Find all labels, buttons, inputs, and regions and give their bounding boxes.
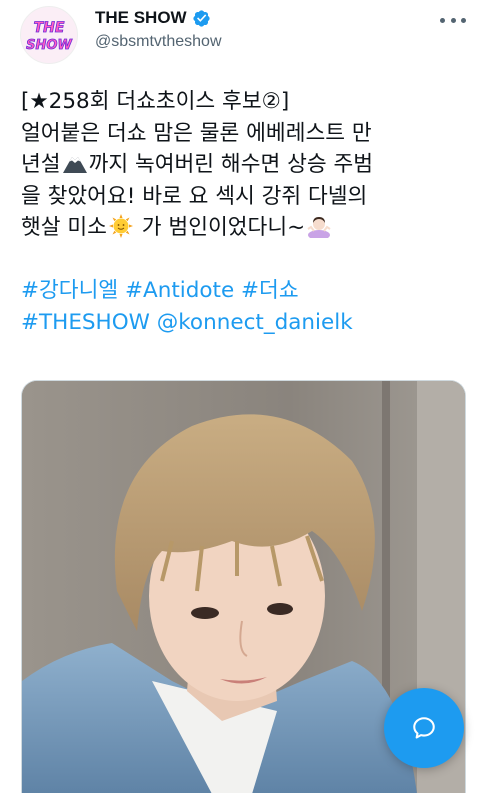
hashtag-link[interactable]: #강다니엘 bbox=[21, 278, 118, 303]
compose-reply-button[interactable] bbox=[384, 688, 464, 768]
more-dot bbox=[440, 17, 445, 23]
snow-capped-mountain-emoji bbox=[62, 157, 87, 173]
verified-badge-icon bbox=[192, 9, 210, 27]
tweet-line: 햇살 미소 가 범인이었다니~ bbox=[21, 212, 471, 244]
hashtag-link[interactable]: #Antidote bbox=[125, 278, 234, 303]
hashtag-line: #THESHOW @konnect_danielk bbox=[21, 307, 471, 339]
person-shrugging-emoji bbox=[307, 217, 331, 238]
hashtag-line: #강다니엘 #Antidote #더쇼 bbox=[21, 275, 471, 307]
tweet-line: 년설 까지 녹여버린 해수면 상승 주범 bbox=[21, 152, 374, 177]
svg-text:SHOW: SHOW bbox=[26, 38, 72, 53]
tweet-line: 얼어붙은 더쇼 맘은 물론 에베레스트 만 bbox=[21, 120, 372, 146]
author-name-row[interactable]: THE SHOW bbox=[95, 7, 211, 29]
tweet-line: [★258회 더쇼초이스 후보②] bbox=[21, 89, 290, 114]
mention-link[interactable]: @konnect_danielk bbox=[157, 310, 353, 335]
hashtag-link[interactable]: #더쇼 bbox=[241, 278, 299, 303]
more-dot bbox=[461, 17, 466, 23]
the-show-logo: THE SHOW bbox=[26, 20, 73, 54]
account-handle[interactable]: @sbsmtvtheshow bbox=[95, 33, 222, 51]
hashtag-link[interactable]: #THESHOW bbox=[21, 310, 150, 335]
compose-reply-icon bbox=[413, 717, 435, 739]
sun-with-face-emoji bbox=[108, 214, 133, 238]
avatar[interactable]: THE SHOW bbox=[20, 6, 78, 64]
tweet-line: 을 찾았어요! 바로 요 섹시 강쥐 다넬의 bbox=[21, 183, 368, 209]
tweet-text: [★258회 더쇼초이스 후보②] 얼어붙은 더쇼 맘은 물론 에베레스트 만 … bbox=[21, 86, 471, 338]
display-name[interactable]: THE SHOW bbox=[95, 8, 187, 28]
svg-text:THE: THE bbox=[34, 20, 65, 36]
more-dot bbox=[450, 17, 456, 23]
more-options-button[interactable] bbox=[440, 9, 466, 31]
